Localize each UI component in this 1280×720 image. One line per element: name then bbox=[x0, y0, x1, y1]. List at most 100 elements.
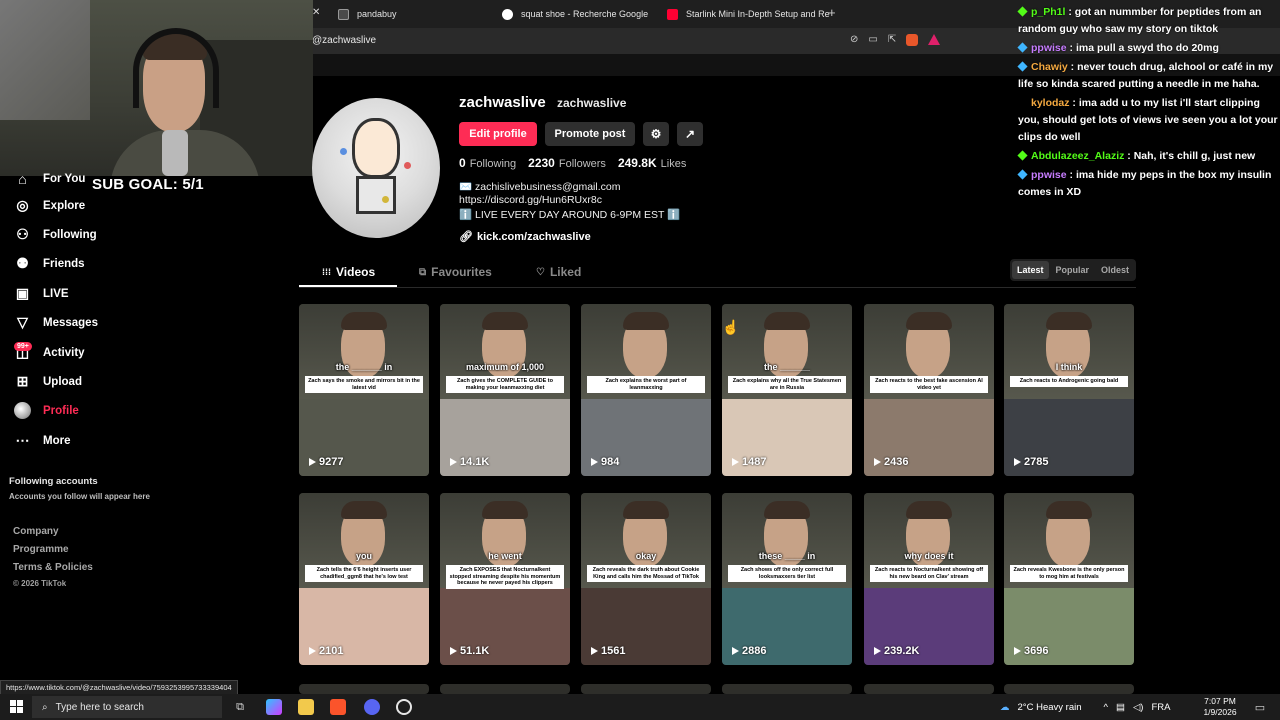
taskbar-clock[interactable]: 7:07 PM 1/9/2026 bbox=[1200, 696, 1240, 718]
blue-badge-icon bbox=[1017, 61, 1028, 72]
video-thumbnail[interactable]: Zach EXPOSES that Nocturnalkent stopped … bbox=[440, 493, 570, 665]
brave-browser-icon[interactable] bbox=[330, 699, 346, 715]
sidebar-item-label: For You bbox=[43, 172, 86, 185]
sidebar-item-friends[interactable]: ⚉ Friends bbox=[14, 255, 84, 272]
video-caption: Zach reacts to the best fake ascension A… bbox=[870, 376, 988, 394]
thumbnail-streamer-hair bbox=[482, 501, 528, 519]
windows-taskbar: ⌕ Type here to search ⧉ ☁ 2°C Heavy rain… bbox=[0, 694, 1280, 720]
sidebar-item-upload[interactable]: ⊞ Upload bbox=[14, 373, 82, 390]
chat-username: Chawiy bbox=[1031, 61, 1068, 73]
network-icon[interactable]: ▤ bbox=[1116, 702, 1125, 713]
following-accounts-empty-text: Accounts you follow will appear here bbox=[9, 492, 150, 501]
notifications-icon[interactable]: ▭ bbox=[1252, 699, 1268, 715]
video-thumbnail[interactable]: Zach reveals Kwesbone is the only person… bbox=[1004, 493, 1134, 665]
profile-link[interactable]: 🔗︎ kick.com/zachwaslive bbox=[459, 230, 591, 244]
brave-rewards-icon[interactable] bbox=[928, 34, 941, 45]
sidebar-item-profile[interactable]: Profile bbox=[14, 402, 79, 419]
sidebar-item-messages[interactable]: ▽ Messages bbox=[14, 314, 98, 331]
windows-start-icon[interactable] bbox=[10, 700, 23, 713]
footer-link-company[interactable]: Company bbox=[13, 526, 59, 537]
settings-gear-icon[interactable]: ⚙ bbox=[643, 122, 669, 146]
video-thumbnail[interactable]: Zach says the smoke and mirrors bit in t… bbox=[299, 304, 429, 476]
grid-icon: ⁞⁞⁞ bbox=[322, 267, 331, 277]
weather-text[interactable]: 2°C Heavy rain bbox=[1018, 702, 1082, 713]
tab-close-icon[interactable]: ✕ bbox=[312, 7, 320, 18]
video-thumbnail-partial[interactable] bbox=[581, 684, 711, 694]
video-thumbnail[interactable]: Zach reacts to Androgenic going bald I th… bbox=[1004, 304, 1134, 476]
tab-starlink[interactable]: Starlink Mini In-Depth Setup and Re bbox=[667, 4, 830, 24]
chat-separator: : bbox=[1124, 150, 1134, 162]
video-view-count: 2785 bbox=[1014, 456, 1048, 468]
video-thumbnail[interactable]: Zach gives the COMPLETE GUIDE to making … bbox=[440, 304, 570, 476]
mouse-cursor-icon: ☝ bbox=[722, 319, 740, 335]
task-view-icon[interactable]: ⧉ bbox=[232, 699, 248, 715]
video-thumbnail-partial[interactable] bbox=[722, 684, 852, 694]
edit-profile-button[interactable]: Edit profile bbox=[459, 122, 537, 146]
sort-popular-button[interactable]: Popular bbox=[1051, 261, 1095, 279]
play-icon bbox=[732, 647, 739, 655]
following-count: 0 bbox=[459, 156, 466, 170]
video-thumbnail[interactable]: Zach shows off the only correct full loo… bbox=[722, 493, 852, 665]
tab-label: Starlink Mini In-Depth Setup and Re bbox=[686, 9, 830, 19]
video-thumbnail-partial[interactable] bbox=[864, 684, 994, 694]
brave-shields-icon[interactable] bbox=[906, 34, 919, 46]
video-thumbnail[interactable]: Zach reacts to the best fake ascension A… bbox=[864, 304, 994, 476]
profile-avatar bbox=[14, 402, 31, 419]
video-caption: Zach reveals Kwesbone is the only person… bbox=[1010, 565, 1128, 583]
sidebar-item-label: LIVE bbox=[43, 287, 69, 300]
play-icon bbox=[732, 458, 739, 466]
tab-videos[interactable]: ⁞⁞⁞ Videos bbox=[322, 265, 375, 279]
sort-oldest-button[interactable]: Oldest bbox=[1096, 261, 1134, 279]
likes-stat: 249.8K Likes bbox=[618, 156, 686, 170]
video-thumbnail[interactable]: Zach reacts to Nocturnalkent showing off… bbox=[864, 493, 994, 665]
mute-icon[interactable]: ⊘ bbox=[850, 34, 858, 46]
tab-pandabuy[interactable]: pandabuy bbox=[338, 4, 397, 24]
tab-favourites[interactable]: ⧉ Favourites bbox=[419, 265, 492, 279]
file-explorer-icon[interactable] bbox=[298, 699, 314, 715]
search-placeholder: Type here to search bbox=[55, 701, 144, 713]
language-indicator[interactable]: FRA bbox=[1151, 702, 1170, 713]
video-thumbnail[interactable]: Zach tells the 6'6 height inserts user c… bbox=[299, 493, 429, 665]
chat-username: Abdulazeez_Alaziz bbox=[1031, 150, 1125, 162]
thumbnail-streamer-hair bbox=[1046, 501, 1092, 519]
taskbar-search-input[interactable]: ⌕ Type here to search bbox=[32, 696, 222, 718]
view-count-text: 51.1K bbox=[460, 645, 490, 657]
sidebar-item-more[interactable]: ⋯ More bbox=[14, 432, 71, 449]
sidebar-item-explore[interactable]: ◎ Explore bbox=[14, 197, 85, 214]
sidebar-item-live[interactable]: ▣ LIVE bbox=[14, 285, 69, 302]
link-status-bar: https://www.tiktok.com/@zachwaslive/vide… bbox=[0, 680, 238, 695]
share-icon[interactable]: ⇱ bbox=[888, 34, 896, 46]
chat-separator: : bbox=[1066, 42, 1076, 54]
thumbnail-streamer-hair bbox=[906, 312, 952, 330]
new-tab-button[interactable]: + bbox=[828, 5, 836, 20]
tab-google-search[interactable]: squat shoe - Recherche Google bbox=[502, 4, 648, 24]
tray-chevron-icon[interactable]: ^ bbox=[1104, 702, 1108, 713]
webcam-overlay bbox=[0, 0, 313, 176]
blue-badge-icon bbox=[1017, 42, 1028, 53]
cast-icon[interactable]: ▭ bbox=[868, 34, 877, 46]
url-field[interactable]: @zachwaslive bbox=[312, 35, 376, 46]
video-thumbnail[interactable]: Zach reveals the dark truth about Cookie… bbox=[581, 493, 711, 665]
tab-liked[interactable]: ♡ Liked bbox=[536, 265, 581, 279]
discord-icon[interactable] bbox=[364, 699, 380, 715]
volume-icon[interactable]: ◁) bbox=[1133, 702, 1143, 713]
tabs-divider bbox=[299, 287, 1136, 288]
sort-latest-button[interactable]: Latest bbox=[1012, 261, 1049, 279]
sidebar-item-following[interactable]: ⚇ Following bbox=[14, 226, 96, 243]
footer-link-terms[interactable]: Terms & Policies bbox=[13, 562, 93, 573]
obs-icon[interactable] bbox=[396, 699, 412, 715]
followers-stat[interactable]: 2230 Followers bbox=[528, 156, 606, 170]
share-profile-icon[interactable]: ↗ bbox=[677, 122, 703, 146]
sidebar-item-for-you[interactable]: ⌂ For You bbox=[14, 170, 85, 187]
video-thumbnail-partial[interactable] bbox=[299, 684, 429, 694]
video-thumbnail-partial[interactable] bbox=[1004, 684, 1134, 694]
footer-link-programme[interactable]: Programme bbox=[13, 544, 69, 555]
following-stat[interactable]: 0 Following bbox=[459, 156, 516, 170]
promote-post-button[interactable]: Promote post bbox=[545, 122, 635, 146]
profile-picture[interactable] bbox=[312, 98, 440, 238]
video-thumbnail[interactable]: Zach explains the worst part of leanmaxx… bbox=[581, 304, 711, 476]
upload-icon: ⊞ bbox=[16, 373, 29, 389]
copilot-icon[interactable] bbox=[266, 699, 282, 715]
video-thumbnail[interactable]: Zach explains why all the True Statesmen… bbox=[722, 304, 852, 476]
video-thumbnail-partial[interactable] bbox=[440, 684, 570, 694]
